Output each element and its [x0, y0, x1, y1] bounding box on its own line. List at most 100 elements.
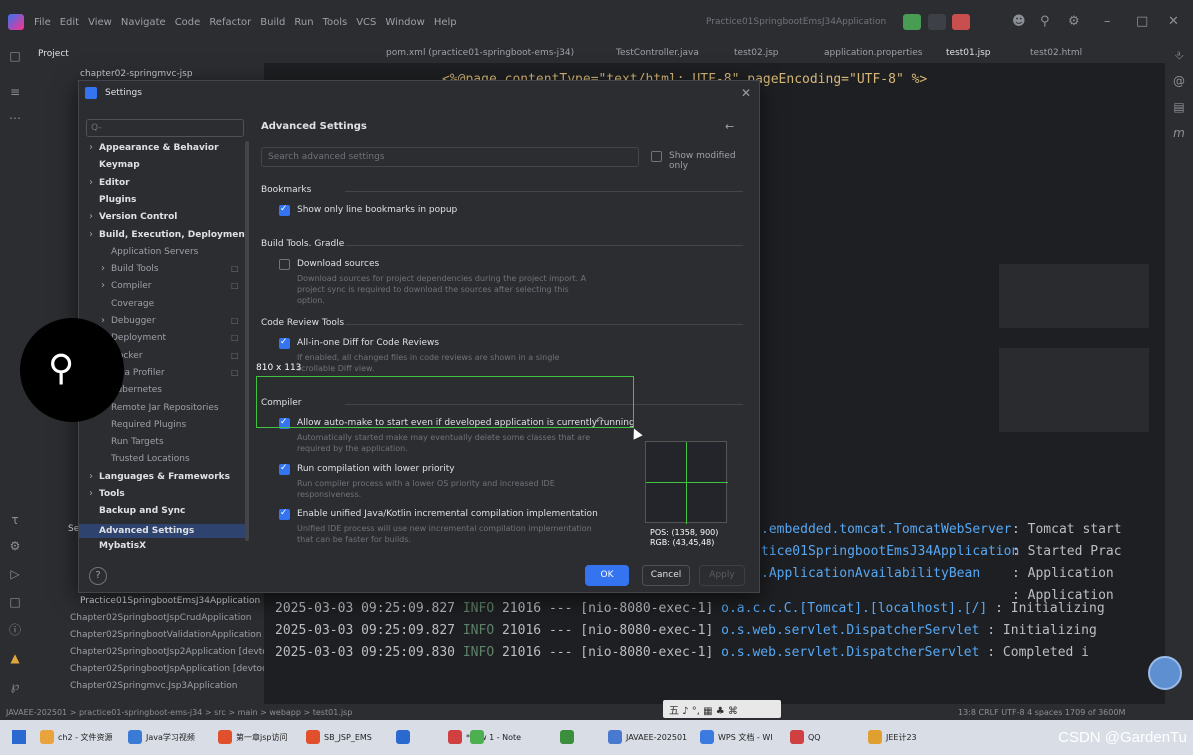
menu-item-refactor[interactable]: Refactor	[209, 17, 251, 28]
log-logger[interactable]: .ApplicationAvailabilityBean	[761, 566, 980, 581]
settings-nav-item[interactable]: Run Targets	[111, 437, 164, 447]
settings-nav-item[interactable]: Advanced Settings	[79, 523, 245, 538]
menu-item-edit[interactable]: Edit	[60, 17, 79, 28]
menu-item-code[interactable]: Code	[175, 17, 201, 28]
settings-search-input[interactable]: Q-	[86, 119, 244, 137]
option-checkbox[interactable]	[279, 508, 290, 520]
ime-toolbar[interactable]: 五 ♪ °, ▦ ♣ ⌘	[663, 700, 781, 718]
option-checkbox[interactable]	[279, 337, 290, 349]
terminal-tool-icon[interactable]: □	[7, 594, 23, 610]
back-arrow-icon[interactable]: ←	[725, 120, 734, 133]
tab-pom-xml[interactable]: pom.xml (practice01-springboot-ems-j34)	[386, 48, 574, 58]
settings-nav-item[interactable]: Compiler	[111, 281, 152, 291]
run-tool-icon[interactable]: ▷	[7, 566, 23, 582]
log-logger[interactable]: o.s.web.servlet.DispatcherServlet	[721, 645, 979, 660]
run-config-item[interactable]: Chapter02Springmvc.Jsp3Application	[70, 681, 237, 691]
settings-nav-item[interactable]: Application Servers	[111, 247, 198, 257]
settings-nav-item[interactable]: Tools	[99, 489, 125, 499]
settings-nav-item[interactable]: Deployment	[111, 333, 166, 343]
show-modified-checkbox[interactable]	[651, 151, 662, 162]
notifications-icon[interactable]: ⎀	[1171, 48, 1187, 64]
taskbar-item[interactable]: Java学习视频	[128, 730, 195, 744]
windows-start-icon[interactable]	[12, 730, 26, 744]
settings-nav-item[interactable]: Build Tools	[111, 264, 159, 274]
log-logger[interactable]: .embedded.tomcat.TomcatWebServer	[761, 522, 1011, 537]
debug-icon[interactable]	[928, 14, 946, 30]
log-logger[interactable]: tice01SpringbootEmsJ34Application	[761, 544, 1019, 559]
chevron-right-icon[interactable]: ›	[89, 177, 93, 188]
chevron-right-icon[interactable]: ›	[101, 280, 105, 291]
structure-tool-icon[interactable]: ≡	[7, 84, 23, 100]
chevron-right-icon[interactable]: ›	[89, 471, 93, 482]
cancel-button[interactable]: Cancel	[642, 565, 690, 586]
ok-button[interactable]: OK	[585, 565, 629, 586]
run-config-item[interactable]: Practice01SpringbootEmsJ34Application	[80, 596, 260, 606]
settings-nav-item[interactable]: Version Control	[99, 212, 177, 222]
more-tools-icon[interactable]: ⋯	[7, 110, 23, 126]
taskbar-item[interactable]: ch2 - 文件资源	[40, 730, 113, 744]
assistant-avatar[interactable]	[1148, 656, 1182, 690]
tree-item[interactable]: chapter02-springmvc-jsp	[80, 69, 193, 79]
help-button[interactable]: ?	[89, 567, 107, 585]
settings-nav-item[interactable]: Backup and Sync	[99, 506, 185, 516]
settings-nav-item[interactable]: Appearance & Behavior	[99, 143, 219, 153]
tab-test02-jsp[interactable]: test02.jsp	[734, 48, 779, 58]
menu-item-window[interactable]: Window	[385, 17, 424, 28]
settings-nav-item[interactable]: Trusted Locations	[111, 454, 190, 464]
run-config-item[interactable]: Chapter02SpringbootJsp2Application [devt…	[70, 647, 284, 657]
advanced-search-input[interactable]: Search advanced settings	[261, 147, 639, 167]
settings-nav-item[interactable]: Coverage	[111, 299, 154, 309]
account-icon[interactable]: ☻	[1012, 14, 1026, 29]
services-tool-icon[interactable]: ⚙	[7, 538, 23, 554]
breadcrumb[interactable]: JAVAEE-202501 > practice01-springboot-em…	[6, 708, 352, 717]
taskbar-item[interactable]	[470, 730, 488, 744]
chevron-right-icon[interactable]: ›	[89, 142, 93, 153]
tab-application-properties[interactable]: application.properties	[824, 48, 922, 58]
settings-nav-item[interactable]: Build, Execution, Deployment	[99, 230, 249, 240]
menu-item-run[interactable]: Run	[294, 17, 313, 28]
settings-nav-item[interactable]: MybatisX	[99, 541, 146, 551]
status-info[interactable]: 13:8 CRLF UTF-8 4 spaces 1709 of 3600M	[958, 708, 1125, 717]
taskbar-item[interactable]: SB_JSP_EMS	[306, 730, 372, 744]
close-icon[interactable]: ✕	[741, 86, 751, 100]
run-config-item[interactable]: Chapter02SpringbootValidationApplication	[70, 630, 261, 640]
problems-tool-icon[interactable]: ⓘ	[7, 622, 23, 638]
search-icon[interactable]: ⚲	[1040, 14, 1050, 29]
run-config-item[interactable]: Chapter02SpringbootJspApplication [devto…	[70, 664, 278, 674]
warning-icon[interactable]: ▲	[7, 650, 23, 666]
ai-assistant-icon[interactable]: @	[1171, 74, 1187, 90]
project-panel-header[interactable]: Project	[30, 44, 264, 64]
run-config-item[interactable]: Chapter02SpringbootJspCrudApplication	[70, 613, 251, 623]
option-checkbox[interactable]	[279, 463, 290, 475]
menu-item-navigate[interactable]: Navigate	[121, 17, 166, 28]
menu-item-build[interactable]: Build	[260, 17, 285, 28]
menu-item-help[interactable]: Help	[434, 17, 457, 28]
taskbar-item[interactable]	[560, 730, 578, 744]
tab-testcontroller[interactable]: TestController.java	[616, 48, 699, 58]
settings-nav-item[interactable]: Remote Jar Repositories	[111, 403, 219, 413]
chevron-right-icon[interactable]: ›	[89, 488, 93, 499]
log-logger[interactable]: o.s.web.servlet.DispatcherServlet	[721, 623, 979, 638]
settings-gear-icon[interactable]: ⚙	[1068, 14, 1080, 29]
chevron-right-icon[interactable]: ›	[101, 315, 105, 326]
settings-nav-item[interactable]: Editor	[99, 178, 130, 188]
database-icon[interactable]: ▤	[1171, 100, 1187, 116]
taskbar-item[interactable]: WPS 文档 - WI	[700, 730, 773, 744]
taskbar-item[interactable]: JAVAEE-202501	[608, 730, 687, 744]
taskbar-item[interactable]: 第一章jsp访问	[218, 730, 287, 744]
apply-button[interactable]: Apply	[699, 565, 745, 586]
taskbar-item[interactable]	[396, 730, 414, 744]
nav-scrollbar[interactable]	[245, 141, 249, 541]
tab-test01-jsp[interactable]: test01.jsp	[946, 48, 991, 58]
taskbar-item[interactable]: QQ	[790, 730, 821, 744]
log-logger[interactable]: o.a.c.c.C.[Tomcat].[localhost].[/]	[721, 601, 987, 616]
option-checkbox[interactable]	[279, 259, 290, 270]
settings-nav-item[interactable]: Keymap	[99, 160, 140, 170]
run-configuration[interactable]: Practice01SpringbootEmsJ34Application	[706, 17, 886, 27]
stop-icon[interactable]	[952, 14, 970, 30]
settings-nav-item[interactable]: Debugger	[111, 316, 156, 326]
close-window-icon[interactable]: ✕	[1168, 14, 1179, 29]
git-tool-icon[interactable]: ℘	[7, 678, 23, 694]
maven-icon[interactable]: m	[1171, 126, 1187, 142]
tab-test02-html[interactable]: test02.html	[1030, 48, 1082, 58]
